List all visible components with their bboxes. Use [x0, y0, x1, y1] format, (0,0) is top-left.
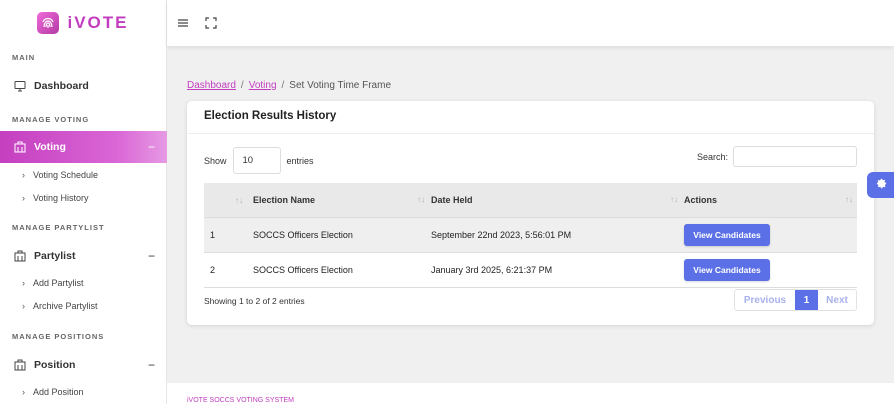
section-label-main: MAIN — [12, 53, 36, 62]
sidebar-subitem-archive-partylist[interactable]: › Archive Partylist — [0, 297, 167, 315]
cell-actions: View Candidates — [684, 252, 857, 287]
search-control: Search: — [697, 146, 857, 167]
ballot-box-icon — [14, 141, 26, 153]
sidebar-item-label: Position — [34, 359, 76, 371]
election-results-card: Election Results History Show 10 entries… — [187, 101, 874, 325]
sidebar-item-position[interactable]: Position − — [0, 352, 167, 378]
table-info: Showing 1 to 2 of 2 entries — [204, 296, 305, 306]
entries-label: entries — [286, 155, 314, 166]
breadcrumb-link-voting[interactable]: Voting — [249, 80, 277, 91]
card-title: Election Results History — [204, 110, 337, 122]
sidebar-item-label: Voting — [34, 141, 66, 153]
view-candidates-button[interactable]: View Candidates — [684, 223, 770, 246]
column-header-label: Election Name — [253, 194, 316, 205]
breadcrumb: Dashboard / Voting / Set Voting Time Frame — [187, 80, 391, 91]
entries-select[interactable]: 10 — [232, 147, 281, 174]
sidebar: iVOTE MAIN Dashboard MANAGE VOTING Votin… — [0, 0, 167, 404]
breadcrumb-current: Set Voting Time Frame — [289, 80, 392, 91]
pagination-page-current[interactable]: 1 — [795, 290, 818, 310]
section-label-manage-partylist: MANAGE PARTYLIST — [12, 223, 105, 232]
cell-number: 1 — [210, 229, 216, 240]
pagination-next[interactable]: Next — [818, 290, 856, 310]
cell-election-name: SOCCS Officers Election — [253, 229, 353, 240]
chevron-right-icon: › — [22, 387, 25, 397]
breadcrumb-separator: / — [281, 80, 285, 91]
settings-button[interactable] — [867, 172, 894, 198]
pagination: Previous 1 Next — [734, 289, 857, 311]
sort-icon: ↑↓ — [417, 194, 425, 204]
table-row: 2 SOCCS Officers Election January 3rd 20… — [204, 252, 857, 287]
footer: iVOTE SOCCS VOTING SYSTEM — [167, 382, 894, 404]
sidebar-subitem-label: Archive Partylist — [33, 301, 98, 311]
sidebar-item-label: Partylist — [34, 250, 76, 262]
column-header-election-name[interactable]: Election Name — [245, 183, 431, 217]
sidebar-item-dashboard[interactable]: Dashboard — [0, 73, 167, 99]
ballot-box-icon — [14, 250, 26, 262]
column-header-label: Date Held — [431, 194, 473, 205]
pagination-previous[interactable]: Previous — [735, 290, 795, 310]
sidebar-item-partylist[interactable]: Partylist − — [0, 243, 167, 269]
chevron-right-icon: › — [22, 170, 25, 180]
cell-election-name: SOCCS Officers Election — [253, 264, 353, 275]
cell-actions: View Candidates — [684, 217, 857, 252]
collapse-toggle[interactable]: − — [148, 140, 155, 154]
section-label-manage-voting: MANAGE VOTING — [12, 115, 90, 124]
card-divider — [187, 133, 874, 134]
column-header-actions[interactable]: ↑↓ Actions ↑↓ — [670, 183, 857, 217]
sidebar-subitem-voting-schedule[interactable]: › Voting Schedule — [0, 166, 167, 184]
monitor-icon — [14, 80, 26, 92]
section-label-manage-positions: MANAGE POSITIONS — [12, 332, 105, 341]
cell-date-held: September 22nd 2023, 5:56:01 PM — [431, 229, 572, 240]
breadcrumb-link-dashboard[interactable]: Dashboard — [187, 80, 236, 91]
search-input[interactable] — [733, 146, 857, 167]
cell-date-held: January 3rd 2025, 6:21:37 PM — [431, 264, 553, 275]
results-table: ↑↓ Election Name ↑↓ Date Held ↑↓ Actions ↑↓… — [204, 183, 857, 288]
sidebar-item-label: Dashboard — [34, 80, 89, 92]
sidebar-subitem-add-position[interactable]: › Add Position — [0, 383, 167, 401]
hamburger-menu-icon[interactable] — [176, 16, 190, 30]
entries-select-value: 10 — [242, 155, 254, 166]
sidebar-item-voting[interactable]: Voting − — [0, 131, 167, 163]
fullscreen-icon[interactable] — [204, 16, 218, 30]
column-header-label: Actions — [684, 194, 718, 205]
sort-icon: ↑↓ — [845, 194, 853, 204]
entries-length-control: Show 10 entries — [204, 147, 314, 174]
ballot-box-icon — [14, 359, 26, 371]
footer-text: iVOTE SOCCS VOTING SYSTEM — [187, 397, 294, 404]
collapse-toggle[interactable]: − — [148, 358, 155, 372]
chevron-right-icon: › — [22, 301, 25, 311]
sidebar-subitem-label: Add Position — [33, 387, 84, 397]
collapse-toggle[interactable]: − — [148, 249, 155, 263]
column-header-number[interactable]: ↑↓ — [204, 183, 245, 217]
chevron-right-icon: › — [22, 193, 25, 203]
brand-name: iVOTE — [67, 13, 129, 32]
view-candidates-button[interactable]: View Candidates — [684, 258, 770, 281]
sort-icon: ↑↓ — [670, 194, 678, 204]
search-label: Search: — [696, 151, 728, 162]
sort-icon: ↑↓ — [235, 195, 243, 205]
chevron-right-icon: › — [22, 278, 25, 288]
topbar — [167, 0, 894, 46]
brand[interactable]: iVOTE — [0, 0, 166, 46]
table-row: 1 SOCCS Officers Election September 22nd… — [204, 217, 857, 252]
sidebar-subitem-label: Voting Schedule — [33, 170, 99, 180]
show-label: Show — [204, 155, 227, 166]
column-header-date-held[interactable]: ↑↓ Date Held — [417, 183, 684, 217]
table-header-row: ↑↓ Election Name ↑↓ Date Held ↑↓ Actions ↑↓ — [204, 183, 857, 217]
sidebar-subitem-label: Voting History — [33, 193, 89, 203]
sidebar-subitem-add-partylist[interactable]: › Add Partylist — [0, 274, 167, 292]
cell-number: 2 — [210, 264, 216, 275]
fingerprint-logo-icon — [37, 12, 60, 34]
sidebar-subitem-voting-history[interactable]: › Voting History — [0, 189, 167, 207]
breadcrumb-separator: / — [240, 80, 244, 91]
gear-icon — [876, 176, 887, 194]
sidebar-subitem-label: Add Partylist — [33, 278, 84, 288]
